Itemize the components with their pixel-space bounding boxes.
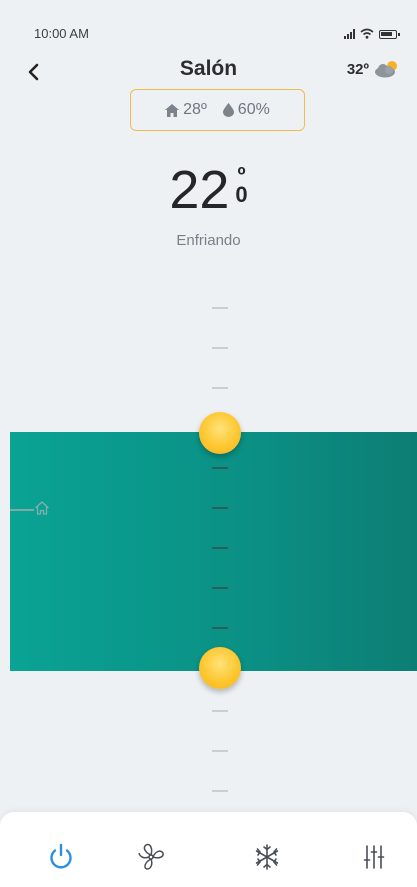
setpoint-display: 22 º 0 xyxy=(0,160,417,220)
scale-tick xyxy=(212,307,228,309)
humidity-value: 60% xyxy=(237,101,270,118)
home-icon xyxy=(165,103,180,117)
setpoint-value: 22 xyxy=(169,160,230,220)
mode-status: Enfriando xyxy=(176,232,241,249)
upper-slider-knob[interactable] xyxy=(199,412,241,454)
battery-icon xyxy=(379,30,400,39)
scale-tick xyxy=(212,710,228,712)
outdoor-weather: 32º xyxy=(347,60,399,78)
home-icon xyxy=(35,501,49,515)
sliders-icon xyxy=(363,845,385,869)
setpoint-unit: º 0 xyxy=(235,164,248,207)
fan-button[interactable] xyxy=(134,840,168,874)
humidity-item: 60% xyxy=(222,101,270,119)
scale-tick xyxy=(212,467,228,469)
scale-tick xyxy=(212,750,228,752)
lower-slider-knob[interactable] xyxy=(199,647,241,689)
temperature-range-band[interactable] xyxy=(10,432,417,671)
outdoor-temp: 32º xyxy=(346,60,369,78)
cool-mode-button[interactable] xyxy=(250,840,284,874)
scale-tick xyxy=(212,347,228,349)
scale-tick xyxy=(212,547,228,549)
status-icons xyxy=(344,28,400,39)
unit-zero: 0 xyxy=(235,182,248,207)
thermostat-screen: 10:00 AM Salón 32º 28º 60% 22 º 0 Enfria… xyxy=(0,0,417,887)
fan-icon xyxy=(138,843,164,870)
indoor-temp-item: 28º xyxy=(165,101,207,119)
room-conditions: 28º 60% xyxy=(130,89,305,131)
droplet-icon xyxy=(222,103,234,117)
power-button[interactable] xyxy=(44,840,78,874)
scale-tick xyxy=(212,587,228,589)
scale-tick xyxy=(212,627,228,629)
snowflake-icon xyxy=(255,844,279,870)
settings-button[interactable] xyxy=(357,840,391,874)
partly-cloudy-icon xyxy=(375,61,397,78)
scale-tick xyxy=(212,507,228,509)
wifi-icon xyxy=(360,28,374,39)
bottom-nav xyxy=(0,812,417,887)
power-icon xyxy=(50,843,72,869)
home-temp-marker xyxy=(10,509,34,511)
status-time: 10:00 AM xyxy=(34,26,89,41)
scale-tick xyxy=(212,790,228,792)
scale-tick xyxy=(212,387,228,389)
indoor-temp: 28º xyxy=(183,101,207,118)
signal-icon xyxy=(344,29,355,39)
